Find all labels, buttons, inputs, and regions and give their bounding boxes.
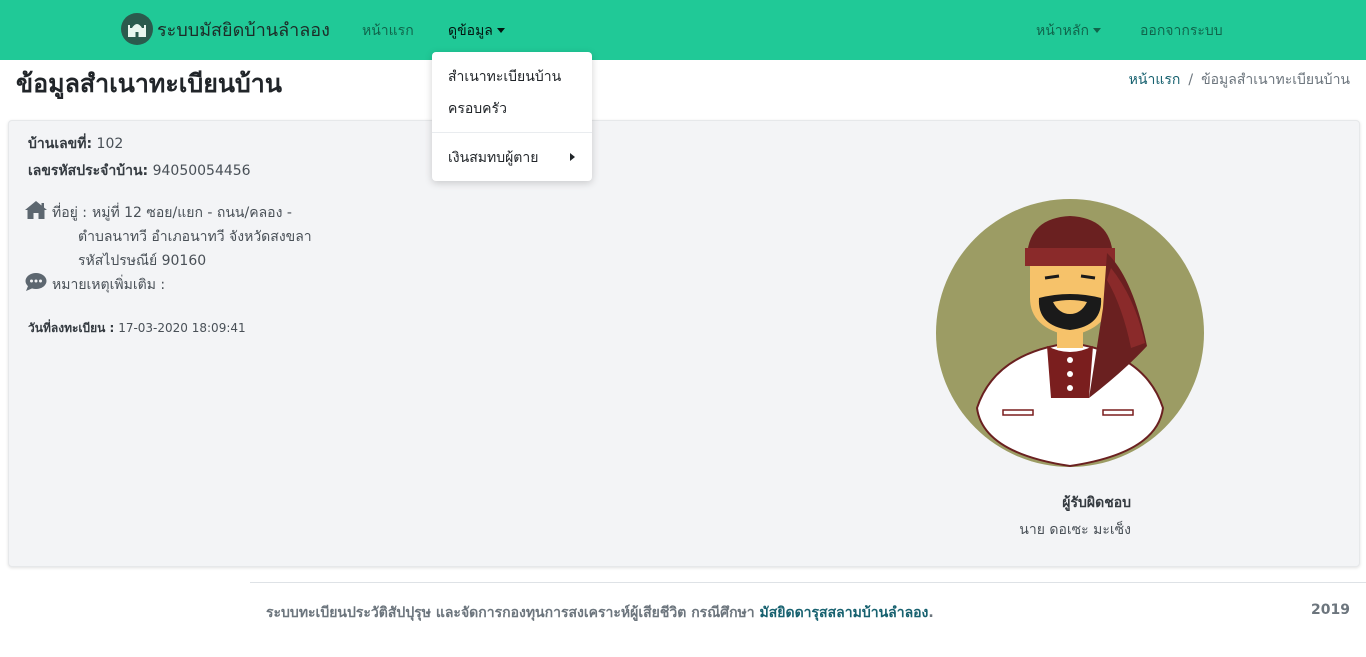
nav-logout-link[interactable]: ออกจากระบบ	[1140, 20, 1223, 42]
breadcrumb-home-link[interactable]: หน้าแรก	[1129, 72, 1181, 88]
breadcrumb-separator: /	[1188, 72, 1194, 88]
footer-divider	[250, 582, 1366, 583]
registration-date-value: 17-03-2020 18:09:41	[118, 321, 246, 335]
registration-date-row: วันที่ลงทะเบียน : 17-03-2020 18:09:41	[28, 319, 246, 338]
note-label: หมายเหตุเพิ่มเติม :	[52, 277, 166, 293]
footer-year: 2019	[1311, 602, 1350, 618]
house-number-label: บ้านเลขที่:	[28, 136, 93, 152]
house-number-value: 102	[96, 136, 124, 152]
address-line-1: หมู่ที่ 12 ซอย/แยก - ถนน/คลอง -	[92, 205, 292, 221]
house-code-label: เลขรหัสประจำบ้าน:	[28, 163, 149, 179]
note-row: หมายเหตุเพิ่มเติม :	[52, 274, 165, 296]
chevron-down-icon	[496, 28, 505, 33]
chevron-down-icon	[1092, 28, 1101, 33]
page-title: ข้อมูลสำเนาทะเบียนบ้าน	[16, 69, 282, 98]
dropdown-divider	[432, 132, 592, 133]
footer-mosque-link[interactable]: มัสยิดดารุสสลามบ้านลำลอง	[760, 605, 929, 621]
breadcrumb: หน้าแรก / ข้อมูลสำเนาทะเบียนบ้าน	[1129, 69, 1350, 91]
footer-description: ระบบทะเบียนประวัติสัปปุรุษ และจัดการกองท…	[266, 605, 755, 621]
top-navbar: ระบบมัสยิดบ้านลำลอง หน้าแรก ดูข้อมูล หน้…	[0, 0, 1366, 60]
address-line-3: รหัสไปรษณีย์ 90160	[78, 253, 207, 269]
responsible-title: ผู้รับผิดชอบ	[1062, 495, 1131, 511]
chevron-right-icon	[570, 153, 575, 161]
house-number-row: บ้านเลขที่: 102	[28, 133, 123, 155]
dropdown-item-death-contribution[interactable]: เงินสมทบผู้ตาย	[448, 147, 538, 169]
responsible-person-avatar	[936, 199, 1204, 468]
footer-period: .	[928, 605, 934, 621]
nav-view-data-label: ดูข้อมูล	[448, 23, 493, 39]
house-code-value: 94050054456	[152, 163, 251, 179]
nav-home-link[interactable]: หน้าแรก	[362, 20, 414, 42]
home-icon	[24, 200, 48, 224]
footer-text: ระบบทะเบียนประวัติสัปปุรุษ และจัดการกองท…	[266, 602, 934, 624]
mosque-logo-icon	[121, 13, 153, 45]
dropdown-item-family[interactable]: ครอบครัว	[448, 98, 507, 120]
registration-date-label: วันที่ลงทะเบียน :	[28, 321, 115, 335]
responsible-name: นาย ดอเซะ มะเซ็ง	[1019, 522, 1131, 538]
nav-view-data-dropdown[interactable]: ดูข้อมูล	[448, 20, 505, 42]
breadcrumb-current: ข้อมูลสำเนาทะเบียนบ้าน	[1201, 72, 1350, 88]
house-info-card: บ้านเลขที่: 102 เลขรหัสประจำบ้าน: 940500…	[8, 120, 1360, 567]
brand[interactable]: ระบบมัสยิดบ้านลำลอง	[121, 13, 330, 45]
comment-icon	[25, 272, 47, 296]
nav-main-menu-dropdown[interactable]: หน้าหลัก	[1036, 20, 1101, 42]
brand-name: ระบบมัสยิดบ้านลำลอง	[157, 19, 330, 41]
address-line-2: ตำบลนาทวี อำเภอนาทวี จังหวัดสงขลา	[78, 229, 312, 245]
view-data-dropdown-menu: สำเนาทะเบียนบ้าน ครอบครัว เงินสมทบผู้ตาย	[432, 52, 592, 181]
house-code-row: เลขรหัสประจำบ้าน: 94050054456	[28, 160, 251, 182]
dropdown-item-house-registration[interactable]: สำเนาทะเบียนบ้าน	[448, 66, 561, 88]
address-label: ที่อยู่ :	[52, 205, 88, 221]
nav-main-menu-label: หน้าหลัก	[1036, 23, 1089, 39]
